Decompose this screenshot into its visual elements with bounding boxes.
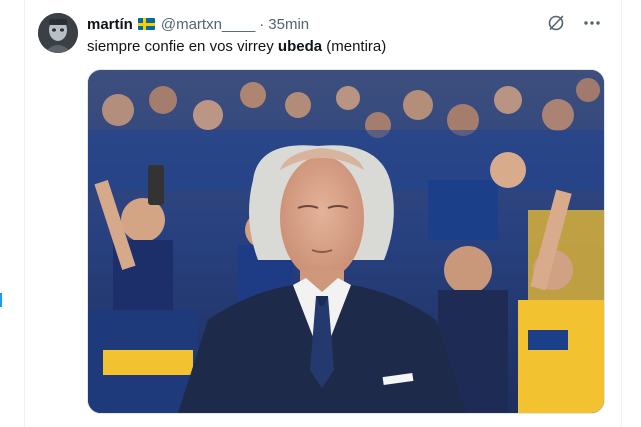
sweden-flag-icon [137, 18, 155, 30]
tweet-text-start: siempre confie en vos virrey [87, 38, 278, 55]
tweet-text-bold: ubeda [277, 38, 323, 55]
tweet-card[interactable]: martín @martxn____ · 35min siempre confi… [25, 0, 622, 427]
more-icon[interactable] [581, 12, 603, 34]
tweet-header: martín @martxn____ · 35min [87, 14, 309, 34]
tweet-photo[interactable] [87, 69, 605, 414]
page-left-edge [0, 0, 25, 427]
tweet-text: siempre confie en vos virrey ubeda (ment… [87, 37, 386, 57]
tweet-actions [545, 12, 603, 34]
author-name[interactable]: martín [87, 16, 133, 33]
separator-dot: · [259, 15, 265, 33]
edge-indicator [0, 293, 2, 307]
avatar[interactable] [38, 13, 78, 53]
tweet-text-end: (mentira) [322, 38, 387, 55]
tweet-timestamp[interactable]: 35min [268, 16, 309, 33]
grok-icon[interactable] [545, 12, 567, 34]
author-handle[interactable]: @martxn____ [161, 16, 255, 33]
